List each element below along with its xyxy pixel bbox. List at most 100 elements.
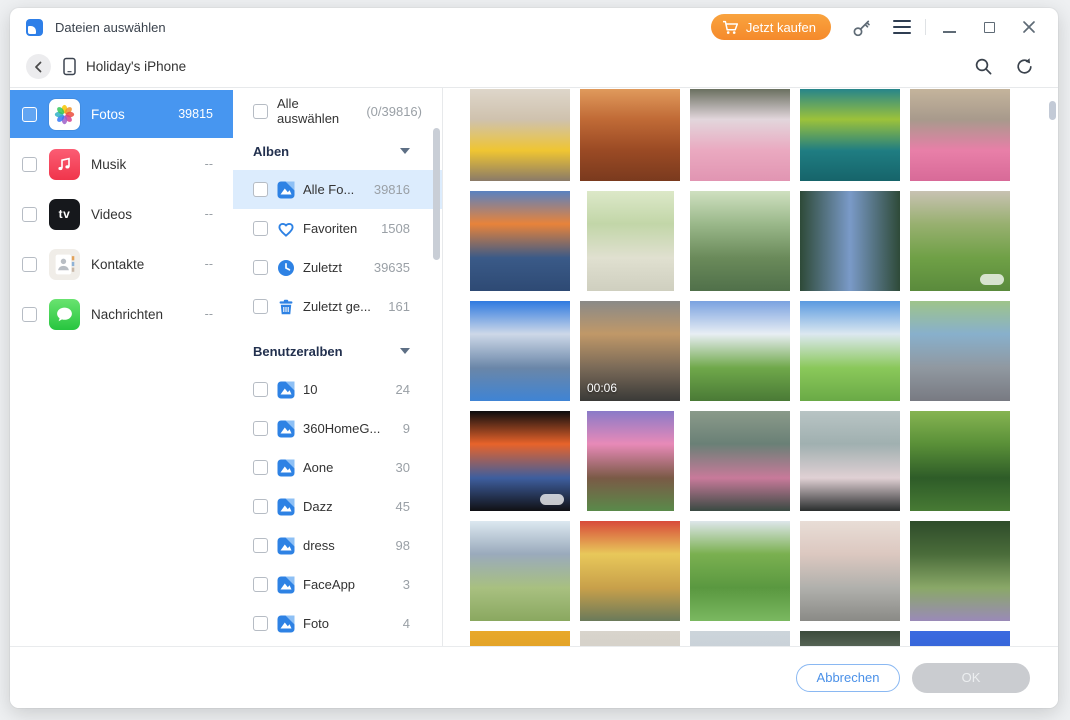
- album-item-label: Zuletzt ge...: [303, 299, 371, 314]
- sidebar-checkbox[interactable]: [22, 157, 37, 172]
- photo-thumbnail[interactable]: [470, 631, 570, 646]
- album-item[interactable]: FaceApp3: [233, 565, 442, 604]
- key-icon: [851, 17, 873, 38]
- sidebar-item-kontakte[interactable]: Kontakte--: [10, 240, 233, 288]
- album-icon: [277, 459, 295, 477]
- photo-thumbnail[interactable]: [800, 301, 900, 401]
- album-item-label: Aone: [303, 460, 333, 475]
- select-all-checkbox[interactable]: [253, 104, 268, 119]
- photo-thumbnail[interactable]: [470, 521, 570, 621]
- photo-thumbnail[interactable]: [690, 521, 790, 621]
- photo-thumbnail[interactable]: [580, 89, 680, 181]
- photo-thumbnail[interactable]: 00:06: [580, 301, 680, 401]
- album-checkbox[interactable]: [253, 260, 268, 275]
- album-checkbox[interactable]: [253, 299, 268, 314]
- album-item[interactable]: Zuletzt39635: [233, 248, 442, 287]
- refresh-button[interactable]: [1010, 54, 1036, 80]
- photo-thumbnail[interactable]: [470, 191, 570, 291]
- refresh-icon: [1014, 57, 1033, 76]
- album-section-header[interactable]: Benutzeralben: [233, 332, 442, 370]
- heart-icon: [277, 220, 295, 238]
- album-checkbox[interactable]: [253, 460, 268, 475]
- album-section-title: Benutzeralben: [253, 344, 343, 359]
- sidebar-checkbox[interactable]: [22, 107, 37, 122]
- select-all-row[interactable]: Alle auswählen (0/39816): [233, 96, 442, 126]
- album-item[interactable]: Zuletzt ge...161: [233, 287, 442, 326]
- cancel-button[interactable]: Abbrechen: [796, 664, 900, 692]
- device-name: Holiday's iPhone: [86, 59, 186, 74]
- album-checkbox[interactable]: [253, 182, 268, 197]
- buy-now-button[interactable]: Jetzt kaufen: [711, 14, 831, 40]
- photo-thumbnail[interactable]: [800, 89, 900, 181]
- ok-button[interactable]: OK: [912, 663, 1030, 693]
- photo-thumbnail[interactable]: [800, 521, 900, 621]
- buy-now-label: Jetzt kaufen: [746, 20, 816, 35]
- album-item-count: 1508: [381, 221, 410, 236]
- photo-thumbnail[interactable]: [690, 411, 790, 511]
- album-item-count: 98: [396, 538, 410, 553]
- select-all-label: Alle auswählen: [277, 96, 357, 126]
- photo-thumbnail[interactable]: [910, 301, 1010, 401]
- album-icon: [277, 537, 295, 555]
- minimize-button[interactable]: [936, 14, 962, 40]
- sidebar-item-count: --: [205, 207, 213, 221]
- register-key-button[interactable]: [849, 14, 875, 40]
- album-item[interactable]: 1024: [233, 370, 442, 409]
- photo-thumbnail[interactable]: [910, 89, 1010, 181]
- album-item[interactable]: Dazz45: [233, 487, 442, 526]
- albums-scrollbar-thumb[interactable]: [433, 128, 440, 260]
- album-checkbox[interactable]: [253, 577, 268, 592]
- maximize-button[interactable]: [976, 14, 1002, 40]
- photo-thumbnail[interactable]: [580, 631, 680, 646]
- photo-thumbnail[interactable]: [690, 191, 790, 291]
- sidebar-checkbox[interactable]: [22, 307, 37, 322]
- album-item[interactable]: Favoriten 1508: [233, 209, 442, 248]
- photo-thumbnail[interactable]: [587, 411, 674, 511]
- album-item[interactable]: 360HomeG...9: [233, 409, 442, 448]
- photo-thumbnail[interactable]: [800, 191, 900, 291]
- photo-thumbnail[interactable]: [910, 521, 1010, 621]
- close-button[interactable]: [1016, 14, 1042, 40]
- album-item[interactable]: dress98: [233, 526, 442, 565]
- photo-thumbnail[interactable]: [470, 89, 570, 181]
- menu-button[interactable]: [889, 14, 915, 40]
- photo-thumbnail[interactable]: [470, 411, 570, 511]
- album-section-header[interactable]: Alben: [233, 132, 442, 170]
- photo-thumbnail[interactable]: [690, 89, 790, 181]
- album-item-count: 30: [396, 460, 410, 475]
- photo-thumbnail[interactable]: [800, 411, 900, 511]
- search-button[interactable]: [970, 54, 996, 80]
- album-checkbox[interactable]: [253, 382, 268, 397]
- photo-thumbnail[interactable]: [690, 631, 790, 646]
- photo-thumbnail[interactable]: [910, 191, 1010, 291]
- album-item[interactable]: Aone 30: [233, 448, 442, 487]
- album-checkbox[interactable]: [253, 538, 268, 553]
- album-checkbox[interactable]: [253, 221, 268, 236]
- sidebar-item-musik[interactable]: Musik--: [10, 140, 233, 188]
- sidebar-checkbox[interactable]: [22, 257, 37, 272]
- titlebar-divider: [925, 19, 926, 35]
- photo-thumbnail[interactable]: [690, 301, 790, 401]
- album-item-label: 10: [303, 382, 317, 397]
- photo-thumbnail[interactable]: [470, 301, 570, 401]
- sidebar-item-fotos[interactable]: Fotos39815: [10, 90, 233, 138]
- photo-thumbnail[interactable]: [587, 191, 674, 291]
- sidebar-item-videos[interactable]: tvVideos--: [10, 190, 233, 238]
- album-checkbox[interactable]: [253, 421, 268, 436]
- album-item-count: 9: [403, 421, 410, 436]
- sidebar-item-nachrichten[interactable]: Nachrichten--: [10, 290, 233, 338]
- photo-thumbnail[interactable]: [800, 631, 900, 646]
- photo-watermark-badge: [540, 494, 564, 505]
- photo-thumbnail[interactable]: [910, 411, 1010, 511]
- album-checkbox[interactable]: [253, 616, 268, 631]
- sidebar-checkbox[interactable]: [22, 207, 37, 222]
- photo-thumbnail[interactable]: [910, 631, 1010, 646]
- grid-scrollbar-thumb[interactable]: [1049, 101, 1056, 120]
- photo-thumbnail[interactable]: [580, 521, 680, 621]
- back-button[interactable]: [26, 54, 51, 79]
- trash-icon: [277, 298, 295, 316]
- album-item[interactable]: Alle Fo...39816: [233, 170, 442, 209]
- album-item[interactable]: Foto4: [233, 604, 442, 643]
- album-checkbox[interactable]: [253, 499, 268, 514]
- album-item-label: Favoriten: [303, 221, 357, 236]
